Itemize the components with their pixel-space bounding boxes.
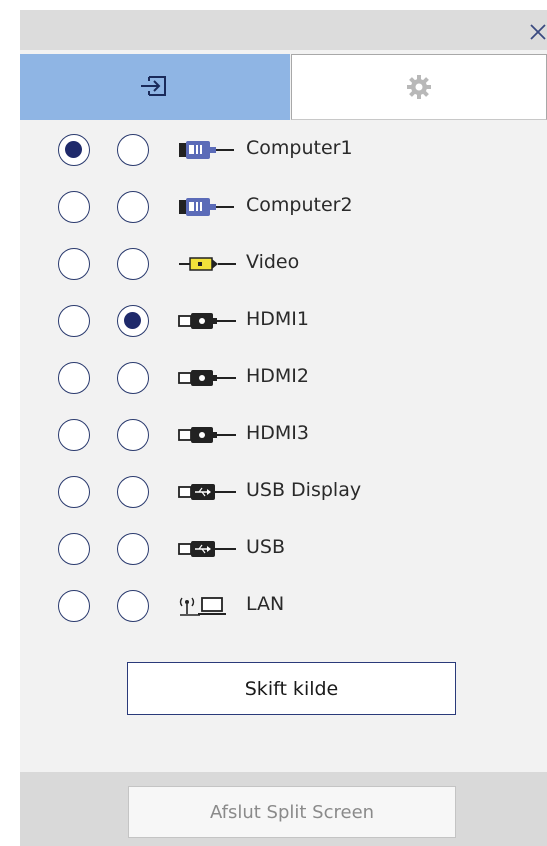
left-screen-radio[interactable] bbox=[58, 476, 90, 508]
left-screen-radio[interactable] bbox=[58, 362, 90, 394]
radio-dot bbox=[65, 141, 82, 158]
source-label: HDMI3 bbox=[246, 422, 310, 444]
tab-input-source[interactable] bbox=[20, 54, 290, 120]
hdmi-connector-icon bbox=[178, 424, 240, 446]
right-screen-radio[interactable] bbox=[117, 134, 149, 166]
source-row: USB Display bbox=[20, 465, 547, 521]
hdmi-connector-icon bbox=[178, 367, 240, 389]
source-label: HDMI2 bbox=[246, 365, 310, 387]
right-screen-radio[interactable] bbox=[117, 419, 149, 451]
gear-icon bbox=[407, 75, 431, 99]
right-screen-radio[interactable] bbox=[117, 476, 149, 508]
source-label: LAN bbox=[246, 593, 285, 615]
right-screen-radio[interactable] bbox=[117, 590, 149, 622]
tab-bar bbox=[20, 54, 547, 120]
left-screen-radio[interactable] bbox=[58, 533, 90, 565]
radio-dot bbox=[124, 312, 141, 329]
left-screen-radio[interactable] bbox=[58, 590, 90, 622]
exit-split-screen-button[interactable]: Afslut Split Screen bbox=[128, 786, 456, 838]
left-screen-radio[interactable] bbox=[58, 191, 90, 223]
source-row: LAN bbox=[20, 579, 547, 635]
split-screen-panel: Computer1 Computer2 Video HDMI1 HDMI2 HDMI3 US… bbox=[20, 10, 547, 846]
source-label: Computer2 bbox=[246, 194, 353, 216]
source-label: USB Display bbox=[246, 479, 362, 501]
source-label: HDMI1 bbox=[246, 308, 310, 330]
rca-video-icon bbox=[178, 253, 240, 275]
source-row: USB bbox=[20, 522, 547, 578]
lan-computer-icon bbox=[178, 595, 240, 617]
usb-connector-icon bbox=[178, 481, 240, 503]
tab-settings[interactable] bbox=[291, 54, 547, 120]
input-source-icon bbox=[141, 76, 166, 96]
title-bar bbox=[20, 10, 547, 50]
source-row: HDMI2 bbox=[20, 351, 547, 407]
right-screen-radio[interactable] bbox=[117, 305, 149, 337]
right-screen-radio[interactable] bbox=[117, 191, 149, 223]
left-screen-radio[interactable] bbox=[58, 248, 90, 280]
footer-bar: Afslut Split Screen bbox=[20, 772, 547, 846]
source-row: HDMI1 bbox=[20, 294, 547, 350]
vga-connector-icon bbox=[178, 139, 240, 161]
source-row: Computer1 bbox=[20, 123, 547, 179]
source-label: USB bbox=[246, 536, 286, 558]
hdmi-connector-icon bbox=[178, 310, 240, 332]
source-label: Computer1 bbox=[246, 137, 353, 159]
close-button[interactable] bbox=[523, 16, 547, 46]
vga-connector-icon bbox=[178, 196, 240, 218]
source-row: Video bbox=[20, 237, 547, 293]
right-screen-radio[interactable] bbox=[117, 362, 149, 394]
source-row: HDMI3 bbox=[20, 408, 547, 464]
right-screen-radio[interactable] bbox=[117, 533, 149, 565]
right-screen-radio[interactable] bbox=[117, 248, 149, 280]
source-label: Video bbox=[246, 251, 300, 273]
source-row: Computer2 bbox=[20, 180, 547, 236]
usb-connector-icon bbox=[178, 538, 240, 560]
left-screen-radio[interactable] bbox=[58, 419, 90, 451]
close-icon bbox=[530, 24, 546, 40]
left-screen-radio[interactable] bbox=[58, 305, 90, 337]
switch-source-button[interactable]: Skift kilde bbox=[127, 662, 456, 715]
left-screen-radio[interactable] bbox=[58, 134, 90, 166]
